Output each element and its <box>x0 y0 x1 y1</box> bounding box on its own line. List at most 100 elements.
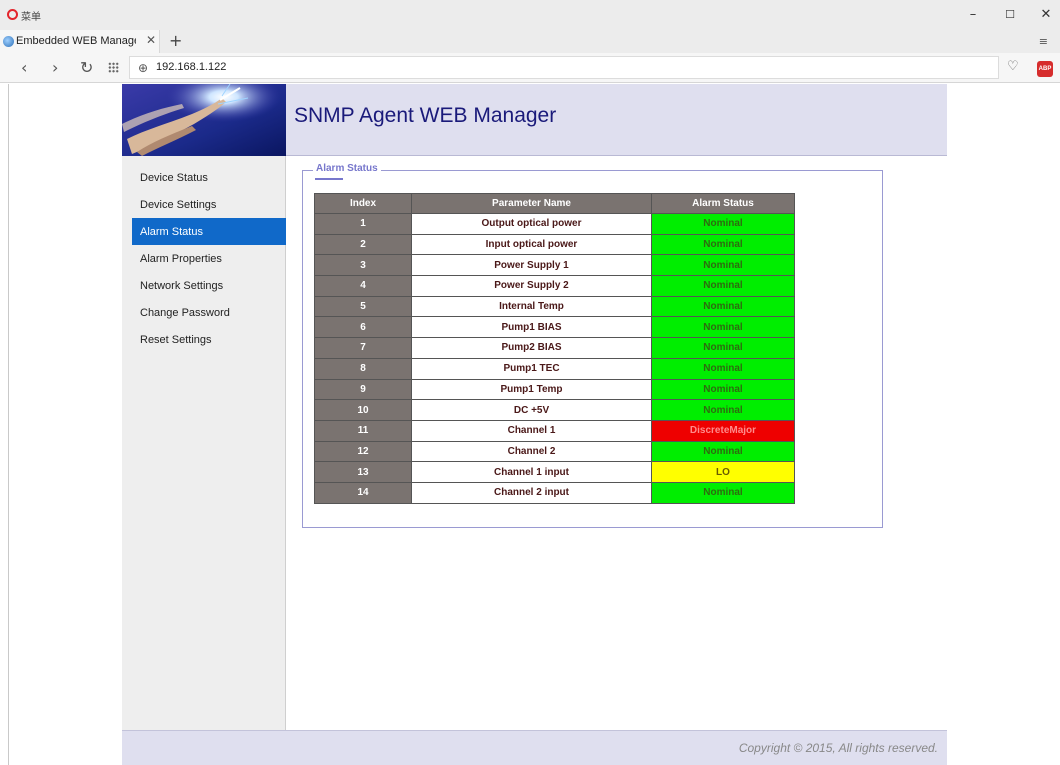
row-index-cell: 14 <box>314 481 412 504</box>
browser-title-bar: 菜单 – ☐ ✕ <box>0 0 1060 30</box>
globe-icon: ⊕ <box>138 61 149 75</box>
close-window-icon[interactable]: ✕ <box>1036 6 1056 24</box>
row-alarm-status-cell: Nominal <box>651 481 795 504</box>
table-row: 6 Pump1 BIAS Nominal <box>314 316 795 339</box>
row-alarm-status-cell: Nominal <box>651 440 795 463</box>
row-parameter-name-cell: Channel 2 <box>411 440 652 463</box>
table-row: 5 Internal Temp Nominal <box>314 295 795 318</box>
row-index-cell: 9 <box>314 378 412 401</box>
table-row: 2 Input optical power Nominal <box>314 233 795 256</box>
row-parameter-name-cell: Channel 1 <box>411 419 652 442</box>
reload-icon[interactable]: ↻ <box>80 58 93 77</box>
row-index-cell: 12 <box>314 440 412 463</box>
sidebar-item-device-status[interactable]: Device Status <box>132 164 286 191</box>
row-index-cell: 6 <box>314 316 412 339</box>
row-parameter-name-cell: Internal Temp <box>411 295 652 318</box>
row-index-cell: 5 <box>314 295 412 318</box>
sidebar-item-reset-settings[interactable]: Reset Settings <box>132 326 286 353</box>
row-alarm-status-cell: Nominal <box>651 337 795 359</box>
forward-icon[interactable]: › <box>52 58 58 77</box>
row-index-cell: 8 <box>314 357 412 380</box>
row-alarm-status-cell: Nominal <box>651 399 795 421</box>
url-text[interactable]: 192.168.1.122 <box>156 61 226 73</box>
heart-icon[interactable]: ♡ <box>1007 59 1019 74</box>
tab-bar: Embedded WEB Manage ✕ + ≡ <box>0 30 1060 53</box>
row-parameter-name-cell: Power Supply 2 <box>411 275 652 297</box>
row-alarm-status-cell: Nominal <box>651 316 795 339</box>
opera-logo-icon[interactable] <box>7 9 18 20</box>
table-row: 9 Pump1 Temp Nominal <box>314 378 795 401</box>
sidebar-item-alarm-status[interactable]: Alarm Status <box>132 218 286 245</box>
sidebar-item-change-password[interactable]: Change Password <box>132 299 286 326</box>
browser-menu-label[interactable]: 菜单 <box>21 8 41 23</box>
row-parameter-name-cell: Output optical power <box>411 213 652 235</box>
adblock-icon[interactable]: ABP <box>1037 61 1053 77</box>
row-index-cell: 7 <box>314 337 412 359</box>
main-content: Alarm Status Index Parameter Name Alarm … <box>287 156 947 730</box>
row-parameter-name-cell: Pump1 TEC <box>411 357 652 380</box>
back-icon[interactable]: ‹ <box>21 58 27 77</box>
tab-title: Embedded WEB Manage <box>16 35 136 47</box>
table-row: 1 Output optical power Nominal <box>314 213 795 235</box>
page-title: SNMP Agent WEB Manager <box>294 104 557 127</box>
copyright-text: Copyright © 2015, All rights reserved. <box>738 741 938 755</box>
row-index-cell: 10 <box>314 399 412 421</box>
address-bar[interactable]: ⊕ 192.168.1.122 <box>129 56 999 79</box>
row-parameter-name-cell: Power Supply 1 <box>411 254 652 277</box>
maximize-icon[interactable]: ☐ <box>1000 6 1020 24</box>
table-row: 3 Power Supply 1 Nominal <box>314 254 795 277</box>
page-frame: SNMP Agent WEB Manager Device Status Dev… <box>0 84 1060 765</box>
legend-underline <box>315 178 343 180</box>
site-container: SNMP Agent WEB Manager Device Status Dev… <box>122 84 947 765</box>
table-row: 7 Pump2 BIAS Nominal <box>314 337 795 359</box>
row-parameter-name-cell: DC +5V <box>411 399 652 421</box>
row-index-cell: 1 <box>314 213 412 235</box>
table-row: 8 Pump1 TEC Nominal <box>314 357 795 380</box>
tab-menu-icon[interactable]: ≡ <box>1039 35 1048 48</box>
sidebar-item-network-settings[interactable]: Network Settings <box>132 272 286 299</box>
browser-tab[interactable]: Embedded WEB Manage ✕ <box>0 30 160 53</box>
speed-dial-icon[interactable] <box>108 62 119 73</box>
site-footer: Copyright © 2015, All rights reserved. <box>122 730 947 765</box>
sidebar-item-alarm-properties[interactable]: Alarm Properties <box>132 245 286 272</box>
row-parameter-name-cell: Input optical power <box>411 233 652 256</box>
banner-image <box>122 84 286 156</box>
new-tab-icon[interactable]: + <box>169 31 182 50</box>
row-parameter-name-cell: Pump2 BIAS <box>411 337 652 359</box>
minimize-icon[interactable]: – <box>963 6 983 24</box>
site-header: SNMP Agent WEB Manager <box>122 84 947 156</box>
left-edge-line <box>8 84 9 765</box>
row-parameter-name-cell: Pump1 BIAS <box>411 316 652 339</box>
table-row: 10 DC +5V Nominal <box>314 399 795 421</box>
row-alarm-status-cell: Nominal <box>651 295 795 318</box>
sidebar: Device Status Device Settings Alarm Stat… <box>122 156 286 730</box>
row-index-cell: 3 <box>314 254 412 277</box>
navigation-bar: ‹ › ↻ ⊕ 192.168.1.122 ♡ ABP <box>0 53 1060 83</box>
table-row: 12 Channel 2 Nominal <box>314 440 795 463</box>
row-parameter-name-cell: Pump1 Temp <box>411 378 652 401</box>
row-alarm-status-cell: Nominal <box>651 275 795 297</box>
row-index-cell: 2 <box>314 233 412 256</box>
favicon-icon <box>3 36 14 47</box>
row-index-cell: 11 <box>314 419 412 442</box>
table-row: 14 Channel 2 input Nominal <box>314 481 795 504</box>
row-alarm-status-cell: Nominal <box>651 357 795 380</box>
row-alarm-status-cell: Nominal <box>651 233 795 256</box>
row-alarm-status-cell: Nominal <box>651 378 795 401</box>
sidebar-item-device-settings[interactable]: Device Settings <box>132 191 286 218</box>
row-alarm-status-cell: Nominal <box>651 213 795 235</box>
alarm-status-group: Alarm Status Index Parameter Name Alarm … <box>302 163 883 528</box>
column-header-alarm-status: Alarm Status <box>651 193 795 214</box>
table-row: 11 Channel 1 DiscreteMajor <box>314 419 795 442</box>
alarm-table-body: 1 Output optical power Nominal 2 Input optic… <box>314 213 795 504</box>
row-alarm-status-cell: Nominal <box>651 254 795 277</box>
tab-close-icon[interactable]: ✕ <box>146 33 156 47</box>
table-row: 13 Channel 1 input LO <box>314 461 795 483</box>
table-header-row: Index Parameter Name Alarm Status <box>314 193 795 214</box>
table-row: 4 Power Supply 2 Nominal <box>314 275 795 297</box>
row-alarm-status-cell: DiscreteMajor <box>651 419 795 442</box>
row-parameter-name-cell: Channel 1 input <box>411 461 652 483</box>
row-alarm-status-cell: LO <box>651 461 795 483</box>
column-header-index: Index <box>314 193 412 214</box>
row-index-cell: 13 <box>314 461 412 483</box>
